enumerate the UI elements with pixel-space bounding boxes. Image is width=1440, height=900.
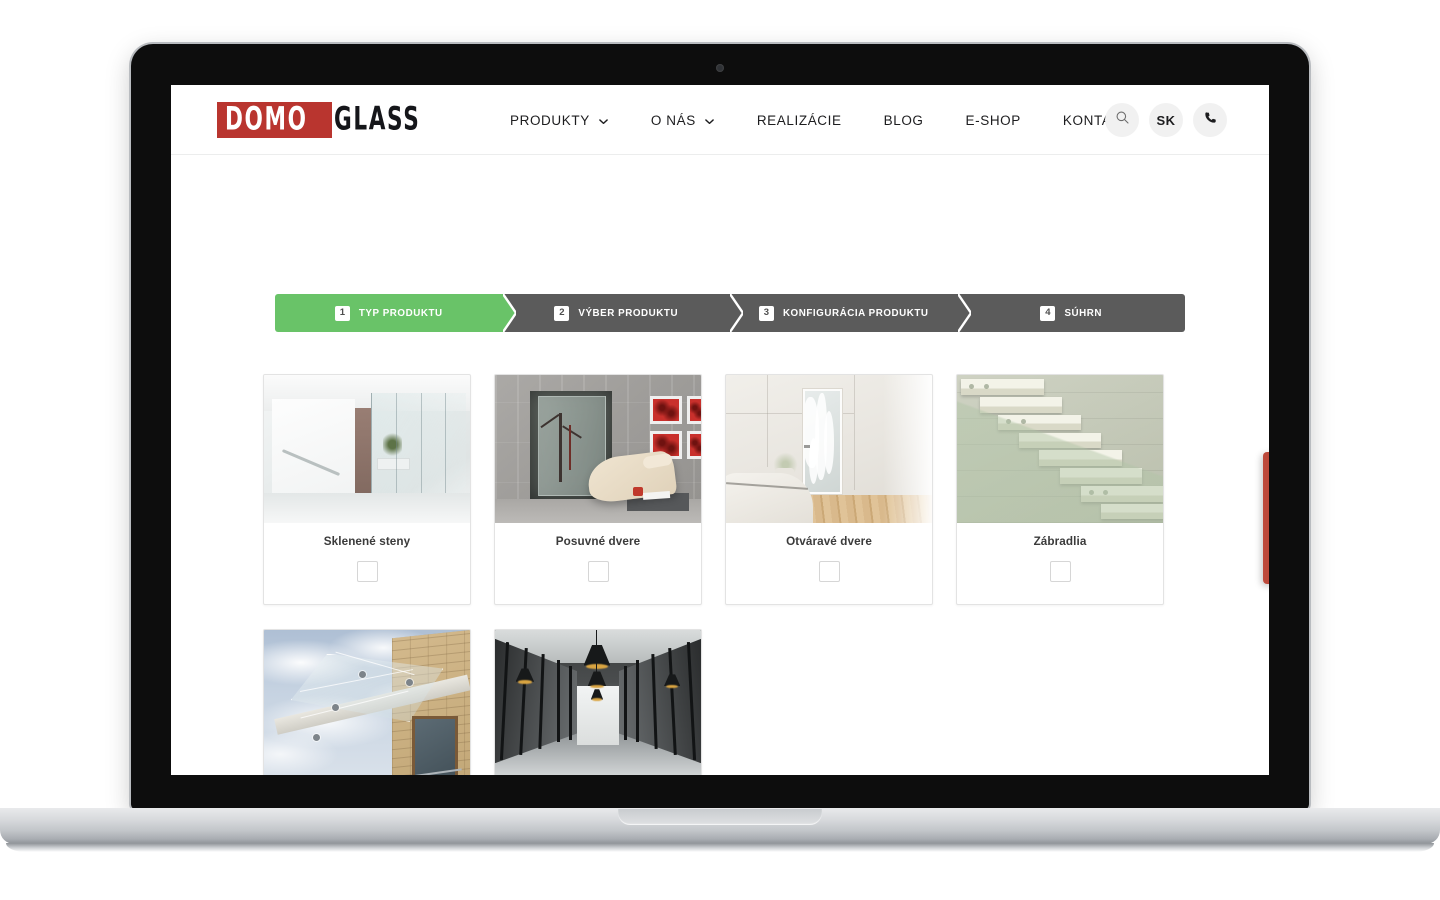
nav-label-realizacie: REALIZÁCIE	[756, 112, 842, 128]
nav-label-blog: BLOG	[883, 112, 924, 128]
product-image	[495, 375, 701, 523]
nav-label-produkty: PRODUKTY	[510, 112, 590, 128]
page-content: 1 TYP PRODUKTU 2 VÝBER PRODUKTU 3 KONFIG…	[171, 155, 1269, 775]
nav-item-produkty[interactable]: PRODUKTY	[489, 113, 630, 128]
laptop-lid: DOMO GLASS PRODUKTY O NÁS REALIZÁCIE BLO…	[131, 44, 1309, 810]
step-label: KONFIGURÁCIA PRODUKTU	[782, 307, 929, 319]
step-number: 1	[334, 305, 350, 321]
step-2-vyber-produktu[interactable]: 2 VÝBER PRODUKTU	[502, 294, 743, 332]
product-checkbox[interactable]	[1049, 561, 1071, 582]
logo-domo-text: DOMO	[225, 101, 308, 138]
product-check-area	[264, 548, 470, 604]
configurator-stepper: 1 TYP PRODUKTU 2 VÝBER PRODUKTU 3 KONFIG…	[275, 294, 1185, 332]
product-card-sklenene-steny[interactable]: Sklenené steny	[263, 374, 471, 605]
step-4-suhrn[interactable]: 4 SÚHRN	[957, 294, 1185, 332]
product-checkbox[interactable]	[818, 561, 840, 582]
main-navigation: PRODUKTY O NÁS REALIZÁCIE BLOG E-SHOP KO…	[489, 85, 1151, 155]
scene-glass-canopy	[264, 630, 470, 775]
step-1-typ-produktu[interactable]: 1 TYP PRODUKTU	[275, 294, 516, 332]
step-number: 3	[758, 305, 774, 321]
logo-glass-text: GLASS	[334, 101, 421, 138]
laptop-screen: DOMO GLASS PRODUKTY O NÁS REALIZÁCIE BLO…	[171, 85, 1269, 775]
site-logo[interactable]: DOMO GLASS	[217, 101, 442, 139]
step-label: SÚHRN	[1064, 307, 1103, 319]
nav-item-o-nas[interactable]: O NÁS	[630, 113, 736, 128]
step-number: 4	[1040, 305, 1056, 321]
quote-request-tab[interactable]: CENOVÁ PONUKA	[1263, 452, 1269, 584]
product-checkbox[interactable]	[356, 561, 378, 582]
product-image	[264, 630, 470, 775]
product-image	[264, 375, 470, 523]
product-title: Posuvné dvere	[555, 535, 641, 548]
search-button[interactable]	[1105, 103, 1139, 137]
laptop-base-notch	[618, 809, 822, 825]
nav-label-eshop: E-SHOP	[965, 112, 1021, 128]
product-card-posuvne-dvere[interactable]: Posuvné dvere	[494, 374, 702, 605]
language-label: SK	[1156, 112, 1176, 128]
product-image	[726, 375, 932, 523]
header-actions: SK	[1105, 85, 1227, 155]
laptop-camera	[716, 64, 724, 72]
product-check-area	[495, 548, 701, 604]
product-title: Sklenené steny	[323, 535, 411, 548]
scene-glass-balustrade-stairs	[957, 375, 1163, 523]
product-card-zabradlia[interactable]: Zábradlia	[956, 374, 1164, 605]
scene-industrial-corridor	[495, 630, 701, 775]
product-title: Otváravé dvere	[786, 535, 872, 548]
product-title: Zábradlia	[1033, 535, 1087, 548]
logo-red-block: DOMO	[217, 101, 333, 138]
scene-swing-door-bedroom	[726, 375, 932, 523]
site-header: DOMO GLASS PRODUKTY O NÁS REALIZÁCIE BLO…	[171, 85, 1269, 155]
product-card-industrialne-steny[interactable]: Industriálne steny	[494, 629, 702, 775]
product-image	[495, 630, 701, 775]
screenshot-stage: DOMO GLASS PRODUKTY O NÁS REALIZÁCIE BLO…	[0, 0, 1440, 900]
product-card-striesky[interactable]: Striešky	[263, 629, 471, 775]
web-page: DOMO GLASS PRODUKTY O NÁS REALIZÁCIE BLO…	[171, 85, 1269, 775]
product-image	[957, 375, 1163, 523]
step-number: 2	[554, 305, 570, 321]
language-switch-button[interactable]: SK	[1149, 103, 1183, 137]
scene-glass-office	[264, 375, 470, 523]
product-checkbox[interactable]	[587, 561, 609, 582]
nav-label-o-nas: O NÁS	[650, 112, 696, 128]
phone-button[interactable]	[1193, 103, 1227, 137]
nav-item-eshop[interactable]: E-SHOP	[945, 113, 1042, 128]
laptop-base-foot	[6, 843, 1434, 852]
phone-icon	[1204, 111, 1217, 129]
product-type-grid: Sklenené steny Posuvné dvere Otváravé dv…	[263, 374, 1173, 775]
product-card-otvarave-dvere[interactable]: Otváravé dvere	[725, 374, 933, 605]
step-3-konfiguracia-produktu[interactable]: 3 KONFIGURÁCIA PRODUKTU	[730, 294, 971, 332]
search-icon	[1115, 110, 1130, 130]
chevron-down-icon	[598, 116, 609, 127]
chevron-down-icon	[704, 116, 715, 127]
nav-item-realizacie[interactable]: REALIZÁCIE	[736, 113, 863, 128]
logo-black-block: GLASS	[332, 101, 442, 138]
step-label: VÝBER PRODUKTU	[578, 307, 679, 319]
product-check-area	[957, 548, 1163, 604]
nav-item-blog[interactable]: BLOG	[863, 113, 945, 128]
scene-sliding-door-lounge	[495, 375, 701, 523]
product-check-area	[726, 548, 932, 604]
step-label: TYP PRODUKTU	[358, 307, 443, 319]
